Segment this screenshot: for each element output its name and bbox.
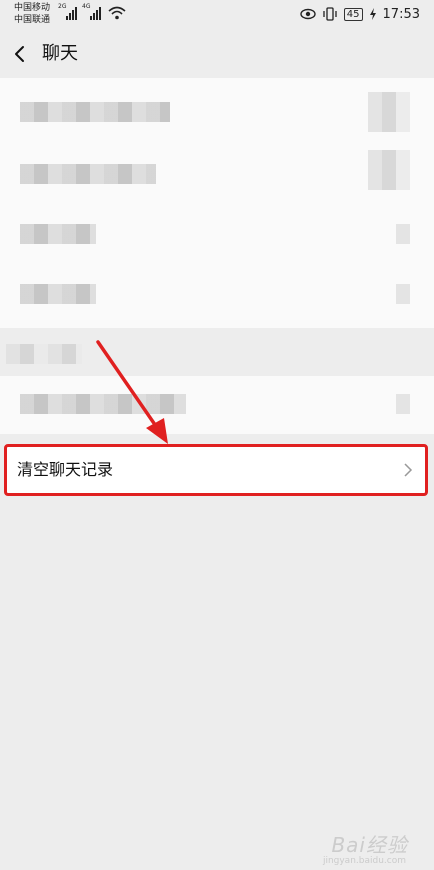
- blurred-switch: [396, 284, 410, 304]
- wifi-icon: [108, 6, 126, 20]
- status-bar: 中国移动 中国联通 2G 4G 45 17:53: [0, 0, 434, 30]
- baidu-watermark: Bai经验: [331, 833, 408, 857]
- blurred-switch: [396, 224, 410, 244]
- blurred-text: [20, 164, 156, 184]
- charging-icon: [369, 8, 376, 20]
- chevron-right-icon: [404, 463, 413, 477]
- back-arrow-icon[interactable]: [10, 44, 30, 64]
- blurred-avatar: [368, 92, 410, 132]
- clear-chat-history-row[interactable]: 清空聊天记录: [4, 444, 428, 496]
- baidu-watermark-url: jingyan.baidu.com: [322, 856, 406, 866]
- page-title: 聊天: [42, 43, 78, 64]
- blurred-avatar: [368, 150, 410, 190]
- blurred-settings-group: [0, 78, 434, 328]
- eye-comfort-icon: [300, 8, 316, 20]
- blurred-text: [20, 102, 170, 122]
- vibrate-icon: [323, 7, 337, 21]
- carrier-2-label: 中国联通: [14, 15, 51, 25]
- network-type-1: 2G: [58, 3, 67, 10]
- signal-icon-2: 4G: [82, 3, 101, 20]
- title-bar: 聊天: [0, 30, 434, 78]
- clock: 17:53: [382, 6, 420, 22]
- status-right-group: 45 17:53: [300, 5, 420, 23]
- blurred-text: [20, 224, 96, 244]
- blurred-section-header: [6, 344, 82, 364]
- blurred-text: [20, 394, 186, 414]
- clear-chat-history-label: 清空聊天记录: [17, 460, 114, 479]
- blurred-text: [20, 284, 96, 304]
- blurred-switch: [396, 394, 410, 414]
- signal-icon-1: 2G: [58, 3, 77, 20]
- carrier-info: 中国移动 中国联通: [14, 2, 50, 26]
- network-type-2: 4G: [82, 3, 91, 10]
- battery-icon: 45: [343, 7, 363, 21]
- carrier-1-label: 中国移动: [14, 3, 51, 13]
- battery-level: 45: [346, 8, 360, 20]
- blurred-settings-row: [0, 376, 434, 434]
